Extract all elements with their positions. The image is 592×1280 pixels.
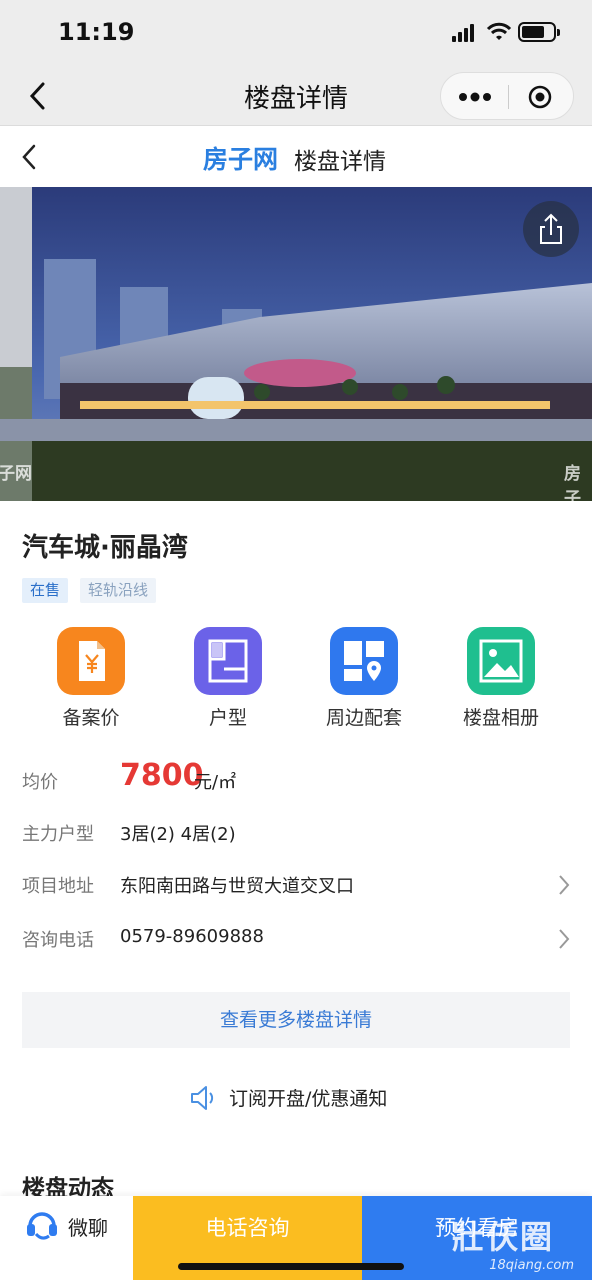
quick-action-label: 户型 (208, 707, 247, 729)
more-details-button[interactable]: 查看更多楼盘详情 (22, 992, 570, 1048)
photo-album-icon (467, 627, 535, 695)
address-key: 项目地址 (22, 876, 94, 897)
miniprogram-capsule (440, 72, 574, 120)
chat-label: 微聊 (68, 1216, 108, 1240)
yuan-document-icon (57, 627, 125, 695)
subscribe-label: 订阅开盘/优惠通知 (229, 1088, 388, 1110)
site-page-title: 楼盘详情 (294, 149, 386, 175)
price-row: 均价 7800 元/㎡ (22, 758, 572, 800)
phone-value: 0579-89609888 (120, 926, 264, 947)
share-button[interactable] (523, 201, 579, 257)
quick-action-label: 备案价 (62, 707, 120, 729)
layout-key: 主力户型 (22, 824, 94, 845)
chevron-right-icon (559, 875, 570, 895)
more-dots-icon[interactable] (457, 87, 493, 107)
price-unit: 元/㎡ (194, 772, 237, 793)
status-time: 11:19 (58, 18, 135, 46)
speaker-icon (191, 1086, 214, 1110)
signal-icon (452, 24, 478, 42)
capsule-divider (508, 85, 509, 109)
wechat-chat-button[interactable]: 微聊 (0, 1196, 133, 1280)
headset-icon (27, 1212, 57, 1240)
quick-action-album[interactable]: 楼盘相册 (431, 627, 571, 730)
quick-action-label: 周边配套 (325, 707, 402, 729)
quick-action-label: 楼盘相册 (462, 707, 539, 729)
status-bar: 11:19 (0, 0, 592, 66)
price-key: 均价 (22, 772, 58, 793)
phone-key: 咨询电话 (22, 930, 94, 951)
floorplan-icon (194, 627, 262, 695)
battery-icon (518, 22, 560, 42)
close-miniprogram-icon[interactable] (527, 84, 553, 110)
wechat-navbar: 楼盘详情 (0, 66, 592, 126)
quick-action-floorplan[interactable]: 户型 (158, 627, 298, 730)
banner-watermark-left: 子网 (0, 464, 32, 484)
status-badge: 在售 (22, 578, 69, 603)
site-watermark: 壯仸圈 18qiang.com (452, 1212, 582, 1278)
share-icon (540, 213, 562, 244)
layout-value: 3居(2) 4居(2) (120, 824, 236, 845)
quick-action-surroundings[interactable]: 周边配套 (294, 627, 434, 730)
banner-watermark-right: 房子 (564, 464, 581, 501)
address-row[interactable]: 项目地址 东阳南田路与世贸大道交叉口 (22, 868, 572, 904)
address-value: 东阳南田路与世贸大道交叉口 (120, 876, 354, 897)
map-grid-icon (330, 627, 398, 695)
watermark-logo: 壯仸圈 (452, 1218, 555, 1256)
banner-rendering (0, 187, 592, 501)
phone-row[interactable]: 咨询电话 0579-89609888 (22, 922, 572, 958)
home-indicator[interactable] (178, 1263, 404, 1270)
wifi-icon (486, 22, 512, 40)
chevron-right-icon (559, 929, 570, 949)
layout-row: 主力户型 3居(2) 4居(2) (22, 816, 572, 852)
site-back-icon[interactable] (18, 143, 40, 171)
watermark-url: 18qiang.com (489, 1258, 574, 1273)
quick-action-filing-price[interactable]: 备案价 (21, 627, 161, 730)
price-value: 7800 (120, 758, 204, 793)
site-logo[interactable]: 房子网 (203, 140, 278, 176)
site-header: 房子网 楼盘详情 (0, 127, 592, 187)
feature-badge: 轻轨沿线 (80, 578, 157, 603)
project-banner-image[interactable]: 子网 房子 (0, 187, 592, 501)
project-name: 汽车城·丽晶湾 (22, 533, 188, 563)
subscribe-notification[interactable]: 订阅开盘/优惠通知 (0, 1081, 592, 1115)
